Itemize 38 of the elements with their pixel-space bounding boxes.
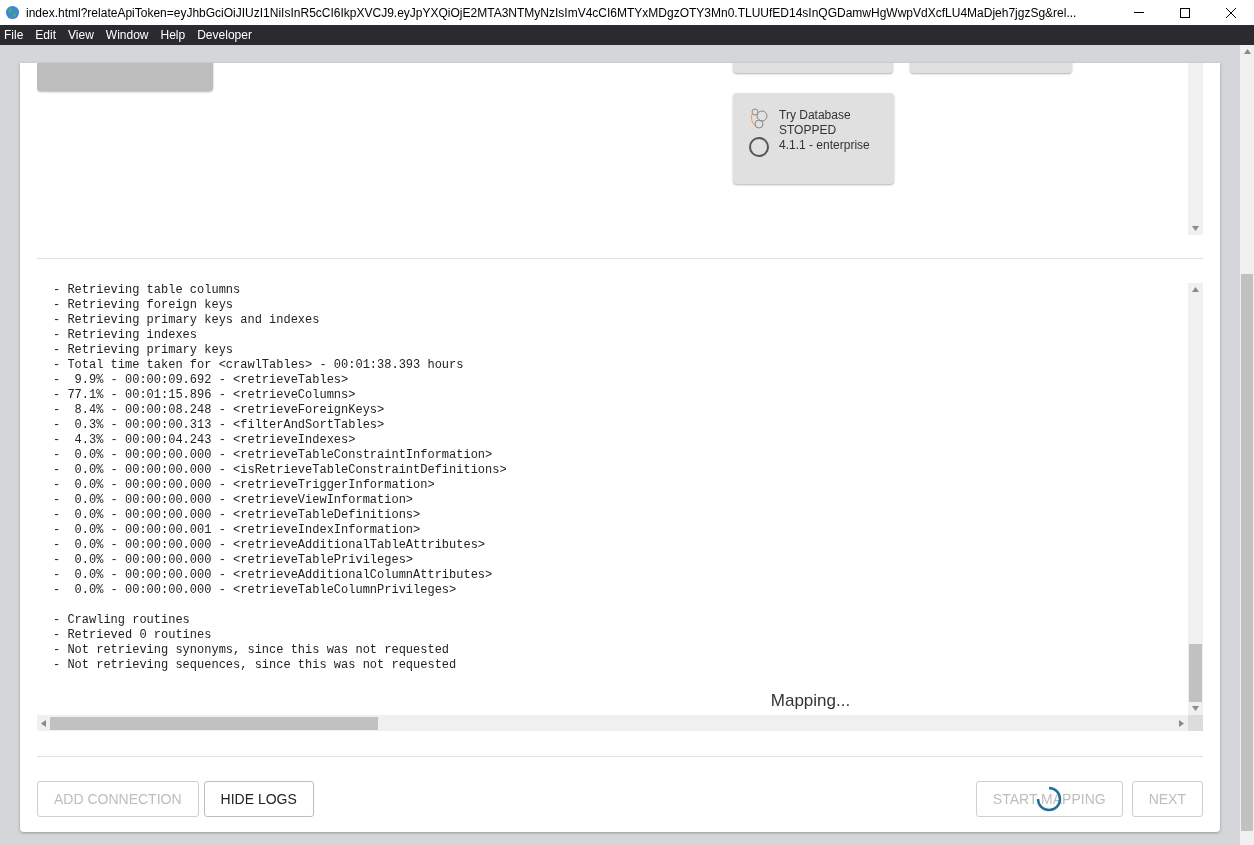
log-line: - Retrieved 0 routines [53, 628, 212, 643]
log-line: - Not retrieving sequences, since this was not requested [53, 658, 457, 673]
log-line: - 0.0% - 00:00:00.000 - <retrieveAdditionalColumnAttributes> [53, 568, 493, 583]
log-line: - Retrieving table columns [53, 283, 241, 298]
database-status: STOPPED [779, 123, 838, 138]
action-button[interactable]: HIDE LOGS [203, 781, 314, 817]
database-card[interactable]: Try Database STOPPED 4.1.1 - enterprise [733, 93, 894, 184]
menu-item[interactable]: Edit [35, 26, 57, 44]
log-line: - 0.0% - 00:00:00.000 - <retrieveTableDefinitions> [53, 508, 421, 523]
log-line: - Retrieving primary keys and indexes [53, 313, 320, 328]
log-line: - 0.3% - 00:00:00.313 - <filterAndSortTables> [53, 418, 385, 433]
database-version: 4.1.1 - enterprise [779, 138, 870, 153]
log-line: - Retrieving indexes [53, 328, 198, 343]
menu-item[interactable]: Developer [197, 26, 252, 44]
menu-item[interactable]: View [68, 26, 94, 44]
database-name: Try Database [779, 108, 852, 123]
log-line: - 8.4% - 00:00:08.248 - <retrieveForeignKeys> [53, 403, 385, 418]
log-line: - 0.0% - 00:00:00.000 - <retrieveTableColumnPrivileges> [53, 583, 457, 598]
log-line: - Retrieving primary keys [53, 343, 234, 358]
log-line: - 4.3% - 00:00:04.243 - <retrieveIndexes> [53, 433, 356, 448]
log-line: - 9.9% - 00:00:09.692 - <retrieveTables> [53, 373, 349, 388]
menu-item[interactable]: Help [160, 26, 186, 44]
log-line: - Crawling routines [53, 613, 190, 628]
log-line: - 0.0% - 00:00:00.000 - <retrieveViewInformation> [53, 493, 414, 508]
log-line: - 77.1% - 00:01:15.896 - <retrieveColumns> [53, 388, 356, 403]
log-line: - Retrieving foreign keys [53, 298, 234, 313]
menu-item[interactable]: Window [105, 26, 149, 44]
log-line: - 0.0% - 00:00:00.000 - <retrieveTableConstraintInformation> [53, 448, 493, 463]
log-line: - 0.0% - 00:00:00.000 - <retrieveAdditionalTableAttributes> [53, 538, 486, 553]
log-line: - 0.0% - 00:00:00.000 - <retrieveTablePrivileges> [53, 553, 414, 568]
window-title: index.html?relateApiToken=eyJhbGciOiJIUzI1NiIsInR5cCI6IkpXVCJ9.eyJpYXQiOjE2MTA3NTMyNzIsImV4cCI6MTYxMDgzOTY3Mn0.TLUUfED14sInQGDamwHgWwpVdXcfLU4MaDjeh7jgzSg&rel... [26, 4, 1077, 22]
log-line: - Total time taken for <crawlTables> - 00:01:38.393 hours [53, 358, 464, 373]
log-line: - 0.0% - 00:00:00.001 - <retrieveIndexInformation> [53, 523, 421, 538]
log-line: - 0.0% - 00:00:00.000 - <retrieveTriggerInformation> [53, 478, 435, 493]
log-line: - 0.0% - 00:00:00.000 - <isRetrieveTableConstraintDefinitions> [53, 463, 507, 478]
log-line: - Not retrieving synonyms, since this was not requested [53, 643, 450, 658]
menu-item[interactable]: File [4, 26, 24, 44]
mapping-status: Mapping... [770, 689, 851, 712]
